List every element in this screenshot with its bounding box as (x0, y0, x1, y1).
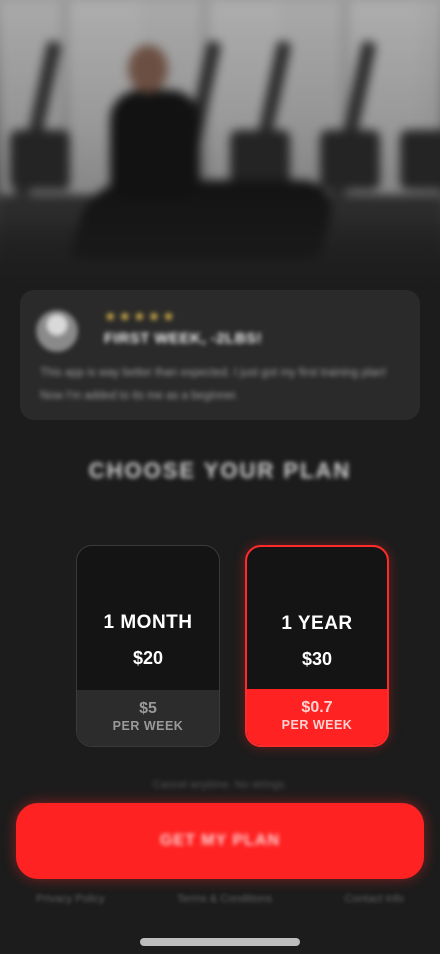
plan-per-week: $0.7 PER WEEK (247, 689, 387, 745)
get-my-plan-button[interactable]: GET MY PLAN (16, 803, 424, 879)
per-week-label: PER WEEK (281, 718, 353, 732)
rating-stars-icon: ★★★★★ (104, 308, 177, 324)
plan-per-week: $5 PER WEEK (77, 690, 219, 746)
privacy-policy-link[interactable]: Privacy Policy (36, 893, 104, 905)
per-week-price: $5 (139, 700, 157, 717)
testimonial-title: FIRST WEEK, -2LBS! (104, 330, 263, 347)
choose-plan-heading: CHOOSE YOUR PLAN (88, 458, 352, 483)
plan-card-1-month[interactable]: 1 MONTH $20 $5 PER WEEK (76, 545, 220, 747)
terms-link[interactable]: Terms & Conditions (177, 893, 272, 905)
cancel-note: Cancel anytime. No strings. (152, 779, 288, 791)
contact-link[interactable]: Contact Info (345, 893, 404, 905)
per-week-label: PER WEEK (112, 719, 184, 733)
testimonial-card: ★★★★★ FIRST WEEK, -2LBS! This app is way… (20, 290, 420, 420)
plan-price: $30 (301, 649, 333, 669)
cta-label: GET MY PLAN (159, 832, 281, 849)
home-indicator[interactable] (140, 938, 300, 946)
plan-card-1-year[interactable]: 1 YEAR $30 $0.7 PER WEEK (245, 545, 389, 747)
footer-links: Privacy Policy Terms & Conditions Contac… (0, 893, 440, 905)
hero-image (0, 0, 440, 300)
plan-name: 1 YEAR (281, 613, 353, 634)
per-week-price: $0.7 (301, 699, 333, 716)
avatar (36, 310, 78, 352)
testimonial-body: This app is way better than expected. I … (40, 367, 387, 402)
plan-price: $20 (132, 648, 164, 668)
plan-name: 1 MONTH (103, 612, 193, 633)
